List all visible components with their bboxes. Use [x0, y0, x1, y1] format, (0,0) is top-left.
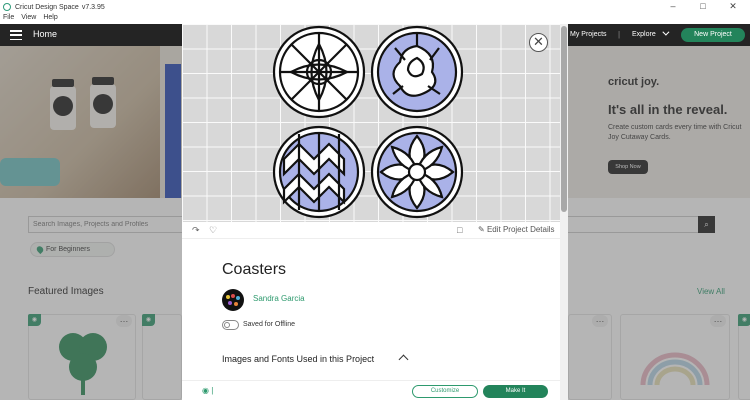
lock-icon: ◉ |	[202, 386, 214, 395]
window-version: v7.3.95	[81, 3, 105, 11]
images-fonts-section-header[interactable]: Images and Fonts Used in this Project	[222, 354, 374, 364]
project-action-bar: ↷ ♡ □ ✎ Edit Project Details	[182, 222, 560, 239]
modal-footer: ◉ | Customize Make It	[182, 380, 560, 400]
scrollbar-thumb[interactable]	[561, 26, 567, 212]
explore-label: Explore	[632, 31, 656, 38]
window-title: Cricut Design Space	[15, 3, 79, 11]
heart-icon[interactable]: ♡	[209, 225, 217, 236]
author-link[interactable]: Sandra Garcia	[253, 294, 305, 303]
window-titlebar: Cricut Design Space v7.3.95	[0, 0, 750, 14]
customize-button[interactable]: Customize	[412, 385, 478, 398]
pencil-icon: ✎	[478, 225, 485, 234]
make-it-button[interactable]: Make It	[483, 385, 548, 398]
new-project-button[interactable]: New Project	[681, 28, 745, 42]
project-detail-modal: ✕ ↷ ♡ □ ✎ Edit Project Details Coasters …	[182, 24, 568, 400]
menu-help[interactable]: Help	[43, 14, 57, 24]
offline-label: Saved for Offline	[243, 321, 296, 328]
hamburger-icon[interactable]	[10, 30, 22, 40]
page-title: Home	[33, 29, 58, 39]
my-projects-link[interactable]: My Projects	[570, 31, 607, 38]
project-preview: ✕	[182, 24, 560, 222]
chevron-down-icon	[662, 28, 670, 36]
close-icon[interactable]: ✕	[529, 33, 548, 52]
menu-bar: File View Help	[0, 14, 750, 24]
minimize-icon[interactable]: –	[658, 0, 688, 14]
avatar[interactable]	[222, 289, 244, 311]
header-separator: |	[618, 30, 621, 39]
share-icon[interactable]: ↷	[192, 225, 200, 236]
app-icon	[3, 3, 11, 11]
window-close-icon[interactable]: ✕	[718, 0, 748, 14]
edit-project-details-link[interactable]: ✎ Edit Project Details	[478, 225, 555, 234]
menu-file[interactable]: File	[3, 14, 14, 24]
project-title: Coasters	[222, 261, 287, 278]
coasters-preview-image	[272, 25, 464, 219]
maximize-icon[interactable]: □	[688, 0, 718, 14]
menu-view[interactable]: View	[21, 14, 36, 24]
modal-scrollbar[interactable]	[560, 24, 568, 400]
bookmark-icon[interactable]: □	[457, 225, 462, 235]
explore-menu[interactable]: Explore	[632, 28, 670, 38]
offline-toggle[interactable]	[222, 320, 239, 330]
edit-project-details-label: Edit Project Details	[486, 225, 555, 234]
chevron-up-icon[interactable]	[398, 354, 409, 365]
